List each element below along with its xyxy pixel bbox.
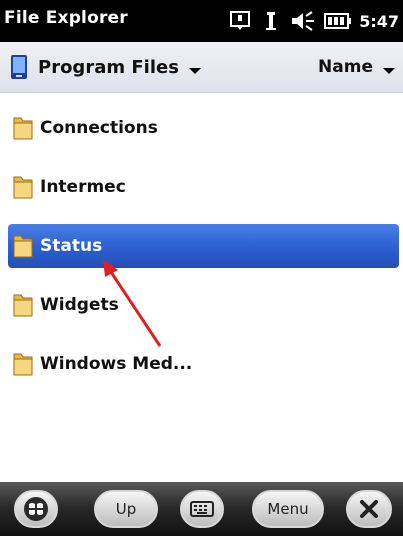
list-item-selected[interactable]: Status (8, 224, 399, 268)
up-button[interactable]: Up (94, 490, 158, 528)
folder-icon (13, 353, 33, 376)
status-icons: 5:47 (227, 6, 403, 36)
app-title: File Explorer (4, 8, 128, 28)
folder-icon (13, 235, 33, 258)
chevron-down-icon (188, 68, 201, 74)
close-button[interactable] (346, 490, 392, 528)
folder-name: Status (40, 236, 103, 256)
windows-start-icon (24, 497, 48, 521)
location-dropdown[interactable]: Program Files (10, 54, 201, 80)
notification-icon[interactable] (227, 8, 253, 34)
folder-icon (13, 117, 33, 140)
list-item[interactable]: Connections (8, 106, 399, 150)
location-label: Program Files (38, 56, 179, 78)
title-bar: File Explorer 5:47 (0, 0, 403, 42)
sort-label: Name (318, 57, 373, 77)
folder-icon (13, 294, 33, 317)
device-icon (10, 54, 28, 80)
folder-icon (13, 176, 33, 199)
up-button-label: Up (115, 500, 137, 518)
menu-button-label: Menu (267, 500, 309, 518)
chevron-down-icon (383, 68, 395, 74)
clock[interactable]: 5:47 (359, 12, 399, 31)
keyboard-button[interactable] (180, 490, 224, 528)
menu-button[interactable]: Menu (252, 490, 324, 528)
start-button[interactable] (14, 490, 58, 528)
list-item[interactable]: Intermec (8, 165, 399, 209)
folder-name: Connections (40, 118, 158, 138)
keyboard-icon (190, 501, 214, 517)
list-item[interactable]: Windows Med... (8, 342, 399, 386)
close-icon (360, 500, 378, 518)
battery-icon[interactable] (323, 8, 353, 34)
folder-name: Windows Med... (40, 354, 193, 374)
folder-name: Intermec (40, 177, 126, 197)
taskbar: Up Menu (0, 482, 403, 536)
signal-icon[interactable] (259, 8, 283, 34)
list-item[interactable]: Widgets (8, 283, 399, 327)
location-header: Program Files Name (0, 42, 403, 93)
sort-dropdown[interactable]: Name (318, 57, 395, 77)
folder-name: Widgets (40, 295, 119, 315)
volume-icon[interactable] (289, 8, 317, 34)
